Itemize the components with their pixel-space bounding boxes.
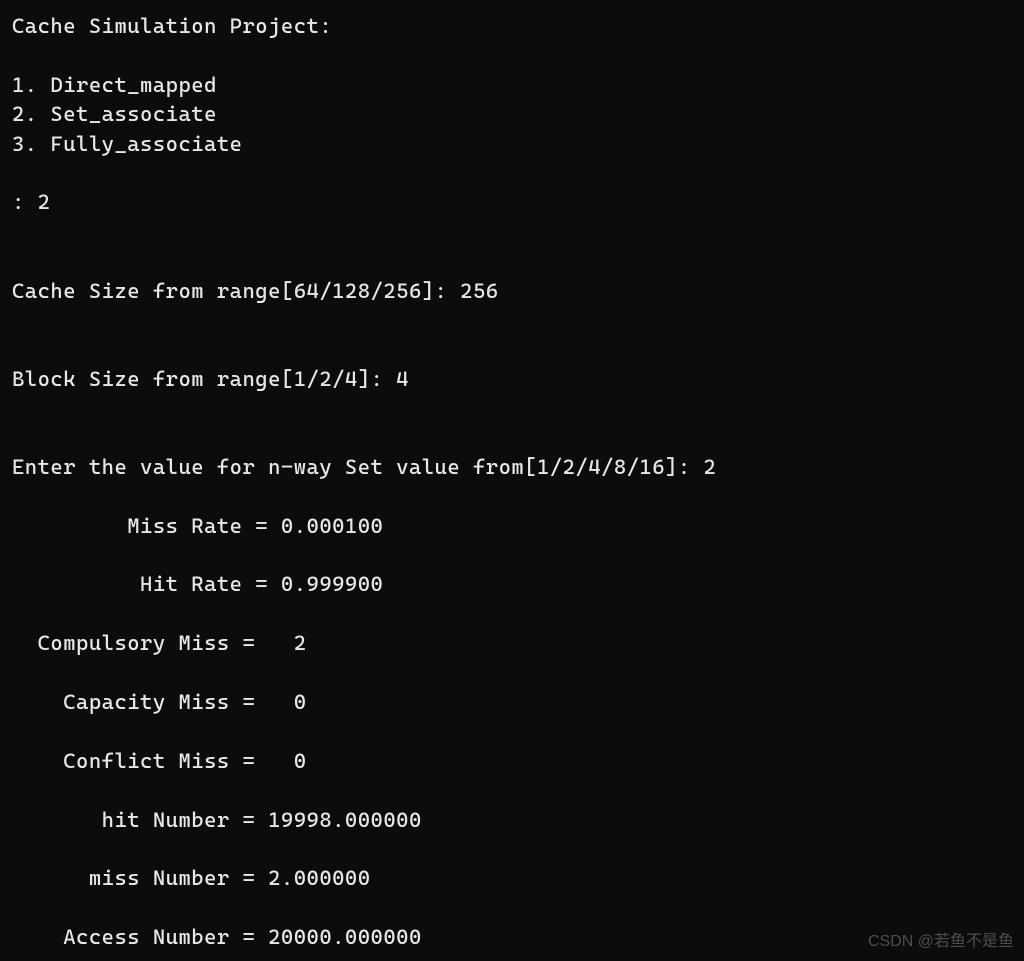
- conflict-miss-label: Conflict Miss =: [12, 749, 294, 773]
- selection-prompt: :: [12, 190, 38, 214]
- title-line: Cache Simulation Project:: [12, 14, 332, 38]
- hit-number-label: hit Number =: [12, 808, 268, 832]
- cache-size-input[interactable]: 256: [460, 279, 498, 303]
- hit-number-value: 19998.000000: [268, 808, 422, 832]
- capacity-miss-value: 0: [294, 690, 307, 714]
- miss-rate-value: 0.000100: [281, 514, 383, 538]
- miss-number-value: 2.000000: [268, 866, 370, 890]
- compulsory-miss-label: Compulsory Miss =: [12, 631, 294, 655]
- watermark-text: CSDN @若鱼不是鱼: [868, 931, 1014, 953]
- compulsory-miss-value: 2: [294, 631, 307, 655]
- cache-size-prompt: Cache Size from range[64/128/256]:: [12, 279, 460, 303]
- capacity-miss-label: Capacity Miss =: [12, 690, 294, 714]
- selection-input[interactable]: 2: [38, 190, 51, 214]
- miss-rate-label: Miss Rate =: [12, 514, 281, 538]
- menu-item-2: 2. Set_associate: [12, 102, 217, 126]
- nway-prompt: Enter the value for n-way Set value from…: [12, 455, 703, 479]
- menu-item-3: 3. Fully_associate: [12, 132, 242, 156]
- hit-rate-value: 0.999900: [281, 572, 383, 596]
- miss-number-label: miss Number =: [12, 866, 268, 890]
- hit-rate-label: Hit Rate =: [12, 572, 281, 596]
- nway-input[interactable]: 2: [703, 455, 716, 479]
- access-number-value: 20000.000000: [268, 925, 422, 949]
- block-size-prompt: Block Size from range[1/2/4]:: [12, 367, 396, 391]
- block-size-input[interactable]: 4: [396, 367, 409, 391]
- conflict-miss-value: 0: [294, 749, 307, 773]
- menu-item-1: 1. Direct_mapped: [12, 73, 217, 97]
- access-number-label: Access Number =: [12, 925, 268, 949]
- terminal-output: Cache Simulation Project: 1. Direct_mapp…: [12, 12, 1012, 953]
